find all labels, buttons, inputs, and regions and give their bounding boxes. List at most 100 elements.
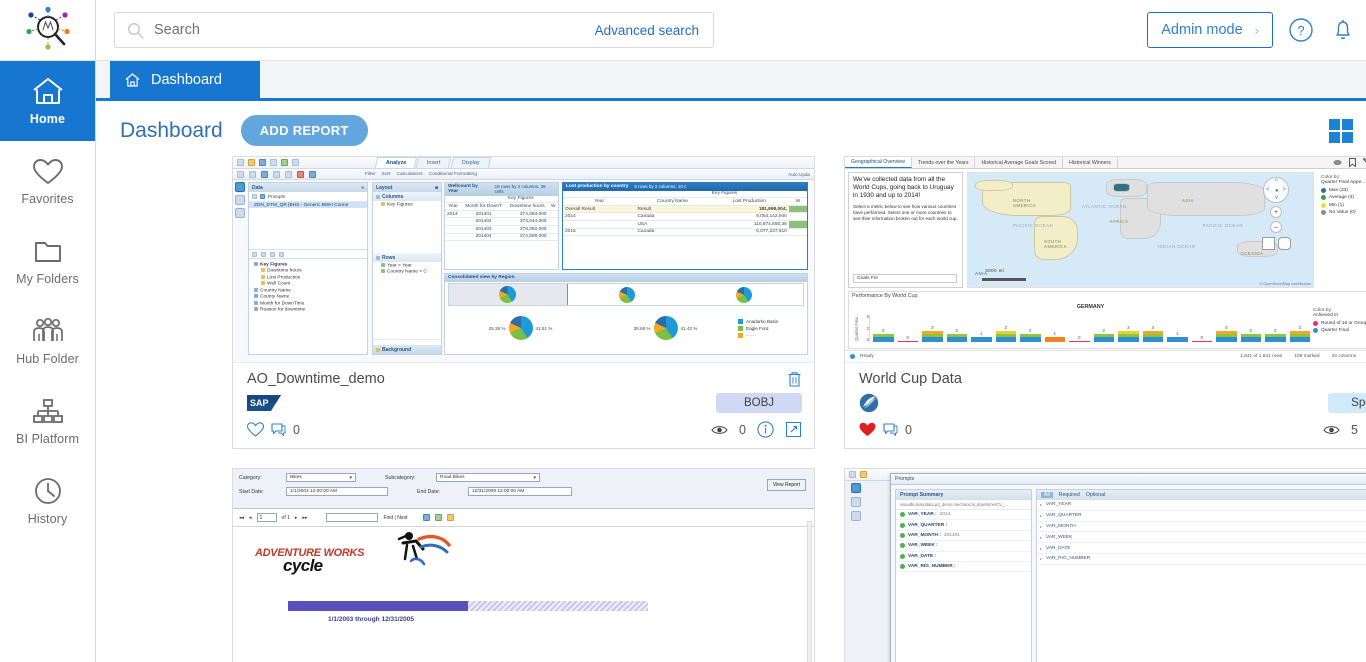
sidebar-item-label: History (27, 512, 68, 526)
spotfire-world-map[interactable]: PACIFIC OCEAN PACIFIC OCEAN ATLANTIC OCE… (967, 172, 1314, 288)
report-card-scroll-area[interactable]: Filter Sort Calculations Conditional For… (96, 156, 1366, 662)
search-bar[interactable]: Advanced search (114, 12, 714, 48)
view-report-button[interactable]: View Report (766, 479, 806, 491)
report-scrollbar[interactable] (807, 521, 812, 662)
sidebar-item-home[interactable]: Home (0, 61, 95, 141)
map-pan-control[interactable]: ^ < > v ● (1263, 177, 1289, 203)
search-input[interactable] (154, 22, 595, 38)
refresh-icon[interactable] (434, 514, 442, 521)
category-select[interactable]: Bikes ▾ (286, 473, 356, 482)
map-zoom-out-button[interactable]: – (1270, 221, 1282, 233)
map-zoom-in-button[interactable]: + (1270, 206, 1282, 218)
grid-large-view-icon[interactable] (1328, 118, 1354, 144)
prompt-list-row[interactable]: VAR_YEAR (1037, 500, 1366, 511)
sap-ribbon-tab-insert[interactable]: Insert (416, 157, 453, 168)
prompt-list-row[interactable]: VAR_DATE (1037, 543, 1366, 554)
design-pane-icon[interactable] (850, 497, 861, 507)
prompt-list-row[interactable]: VAR_QUARTER (1037, 511, 1366, 522)
adventure-works-logo: ADVENTURE WORKS cycle (255, 547, 364, 576)
prompt-summary-row[interactable]: VAR_MONTH :201401 (896, 531, 1031, 542)
spotfire-tab-historical-winners[interactable]: Historical Winners (1063, 157, 1118, 168)
comment-icon[interactable] (883, 422, 898, 437)
report-card[interactable]: Auto Upda DOWNTIM Prompts (844, 468, 1366, 662)
app-logo[interactable] (0, 0, 95, 61)
sidebar-item-label: Home (29, 112, 66, 126)
report-thumbnail[interactable]: Auto Upda DOWNTIM Prompts (845, 469, 1366, 662)
report-thumbnail[interactable]: Category: Bikes ▾ Subcategory: Road Bikes… (233, 469, 814, 662)
bookmark-icon[interactable] (1349, 158, 1356, 167)
spotfire-tab-geographical-overview[interactable]: Geographical Overview (845, 157, 912, 168)
search-icon (127, 22, 144, 39)
report-thumbnail[interactable]: Geographical Overview Trends over the Ye… (845, 157, 1366, 363)
admin-mode-button[interactable]: Admin mode › (1147, 12, 1273, 48)
prompt-list-row[interactable]: VAR_RIG_NUMBER (1037, 554, 1366, 565)
bar-group: 3 (922, 314, 943, 342)
bar-group: 2 (1093, 314, 1114, 342)
sap-ribbon-tab-analyze[interactable]: Analyze (374, 157, 418, 168)
spotfire-tab-avg-goals[interactable]: Historical Average Goals Scored (975, 157, 1064, 168)
spotfire-metric-select[interactable]: Goals For (853, 274, 957, 283)
prompt-variable-list: All Required Optional ▾ VAR_YEAR VAR_QUA… (1036, 489, 1366, 662)
print-icon[interactable] (446, 514, 454, 521)
help-button[interactable]: ? (1287, 16, 1315, 44)
page-number-input[interactable]: 1 (256, 513, 277, 522)
filter-tab-all[interactable]: All (1041, 492, 1053, 498)
subcategory-select[interactable]: Road Bikes ▾ (436, 473, 540, 482)
cyclist-icon (397, 532, 451, 566)
start-date-input[interactable]: 1/1/2003 12:00:00 AM (286, 487, 388, 496)
prompts-dialog[interactable]: Prompts ─ ✕ Prompt Summary vi (890, 473, 1366, 662)
report-thumbnail[interactable]: Filter Sort Calculations Conditional For… (233, 157, 814, 363)
report-card[interactable]: Geographical Overview Trends over the Ye… (844, 156, 1366, 449)
add-report-button[interactable]: ADD REPORT (240, 115, 368, 146)
data-pane-icon[interactable] (850, 483, 861, 493)
sap-ribbon-tab-display[interactable]: Display (450, 157, 491, 168)
end-date-input[interactable]: 12/31/2009 12:00:00 AM (468, 487, 572, 496)
filter-tab-required[interactable]: Required (1059, 492, 1080, 498)
trash-icon[interactable] (787, 371, 802, 388)
sidebar-item-bi-platform[interactable]: BI Platform (0, 381, 95, 461)
data-pane-icon[interactable] (234, 182, 245, 192)
prompt-summary-row[interactable]: VAR_QUARTER : (896, 520, 1031, 531)
prompt-summary-row[interactable]: VAR_WEEK : (896, 541, 1031, 552)
prompt-summary-row[interactable]: VAR_RIG_NUMBER : (896, 562, 1031, 573)
report-card[interactable]: Filter Sort Calculations Conditional For… (232, 156, 815, 449)
spotfire-tab-trends[interactable]: Trends over the Years (912, 157, 976, 168)
map-rect-select-tool[interactable] (1262, 237, 1275, 250)
advanced-search-link[interactable]: Advanced search (595, 23, 699, 38)
prev-page-icon[interactable]: ◂ (249, 515, 252, 521)
sidebar-item-favorites[interactable]: Favorites (0, 141, 95, 221)
info-pane-icon[interactable] (234, 208, 245, 218)
find-next-label[interactable]: Find | Next (383, 515, 407, 521)
sidebar-item-history[interactable]: History (0, 461, 95, 541)
prompt-list-row[interactable]: VAR_MONTH (1037, 522, 1366, 533)
tag-icon[interactable] (1333, 159, 1342, 166)
report-card[interactable]: Category: Bikes ▾ Subcategory: Road Bikes… (232, 468, 815, 662)
sidebar-item-hub-folder[interactable]: Hub Folder (0, 301, 95, 381)
sap-tool-conditional-formatting: Conditional Formatting (428, 171, 477, 177)
source-badge: Spotfire (1328, 393, 1366, 413)
prompt-summary-row[interactable]: VAR_YEAR :2014 (896, 510, 1031, 521)
collapse-all-icon (261, 251, 266, 257)
expand-icon[interactable] (785, 421, 802, 438)
info-icon[interactable] (757, 421, 774, 438)
favorite-heart-icon[interactable] (859, 422, 876, 437)
map-pan-tool[interactable] (1278, 237, 1291, 250)
prompt-summary-row[interactable]: VAR_DATE : (896, 552, 1031, 562)
sap-tool-sort: Sort (381, 171, 391, 177)
open-icon (860, 471, 867, 478)
notifications-button[interactable] (1329, 16, 1357, 44)
export-icon[interactable] (422, 514, 430, 521)
tab-dashboard[interactable]: Dashboard (110, 61, 260, 98)
info-pane-icon[interactable] (850, 511, 861, 521)
next-page-icon[interactable]: ▸ (295, 515, 298, 521)
filter-tab-optional[interactable]: Optional (1086, 492, 1105, 498)
progress-bar-track (468, 601, 648, 611)
favorite-heart-icon[interactable] (247, 422, 264, 437)
find-input[interactable] (326, 513, 379, 522)
last-page-icon[interactable]: ▸▸ (302, 515, 307, 521)
design-pane-icon[interactable] (234, 195, 245, 205)
sidebar-item-my-folders[interactable]: My Folders (0, 221, 95, 301)
prompt-list-row[interactable]: VAR_WEEK (1037, 532, 1366, 544)
comment-icon[interactable] (271, 422, 286, 437)
first-page-icon[interactable]: ◂◂ (239, 515, 244, 521)
